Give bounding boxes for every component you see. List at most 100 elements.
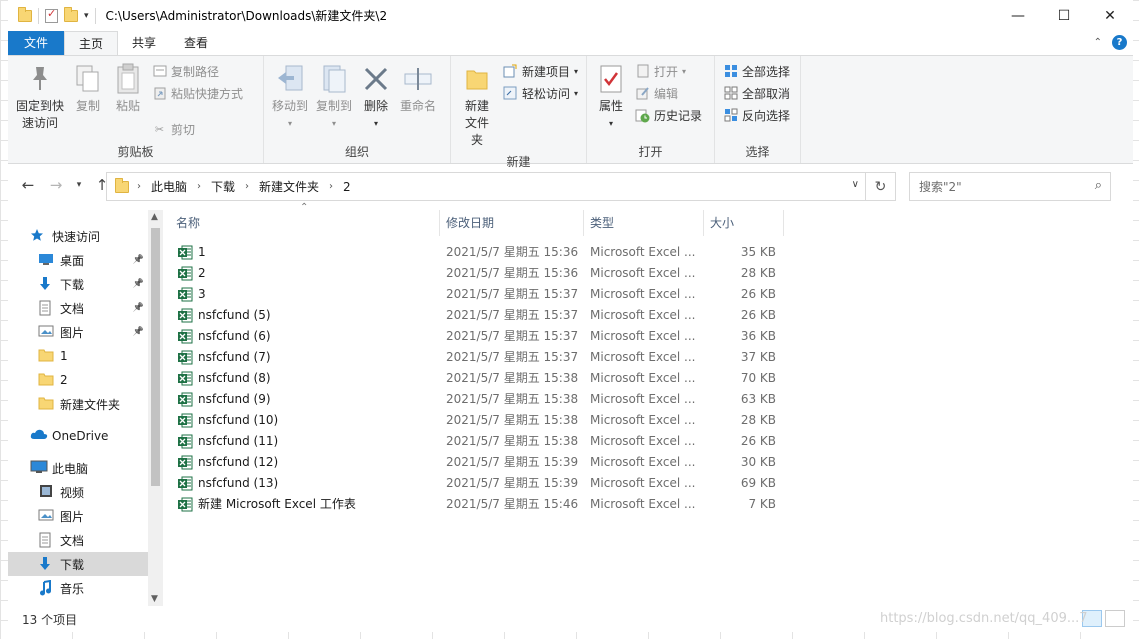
sidebar-item[interactable]: 图片: [8, 504, 148, 528]
search-input[interactable]: 搜索"2" ⌕: [909, 172, 1111, 201]
copy-button[interactable]: 复制: [68, 60, 108, 141]
file-name: nsfcfund (6): [198, 329, 271, 343]
sidebar-item[interactable]: 2: [8, 368, 148, 392]
cut-button[interactable]: ✂ 剪切: [152, 120, 243, 138]
scrollbar-thumb[interactable]: [151, 228, 160, 486]
properties-button[interactable]: 属性 ▾: [591, 60, 631, 141]
file-date: 2021/5/7 星期五 15:38: [446, 434, 579, 448]
copy-to-button[interactable]: 复制到 ▾: [312, 60, 356, 141]
nav-scrollbar[interactable]: ▲ ▼: [148, 210, 163, 606]
properties-qat-icon[interactable]: [45, 7, 58, 23]
forward-arrow-icon[interactable]: →: [46, 176, 66, 194]
refresh-button[interactable]: ↻: [866, 172, 896, 201]
large-icons-view-button[interactable]: [1105, 610, 1125, 627]
new-folder-qat-icon[interactable]: [64, 6, 78, 22]
sidebar-item[interactable]: 音乐: [8, 576, 148, 600]
minimize-button[interactable]: —: [995, 0, 1041, 31]
breadcrumb-2[interactable]: 2: [343, 180, 351, 194]
copy-path-button[interactable]: 复制路径: [152, 62, 243, 80]
file-row[interactable]: nsfcfund (5) 2021/5/7 星期五 15:37 Microsoft …: [170, 305, 790, 326]
file-row[interactable]: 1 2021/5/7 星期五 15:36 Microsoft Excel ... 35…: [170, 242, 790, 263]
file-date: 2021/5/7 星期五 15:37: [446, 329, 579, 343]
file-size: 28 KB: [740, 266, 776, 280]
new-item-icon: [503, 64, 518, 79]
sidebar-item[interactable]: 文档 📌: [8, 296, 148, 320]
organize-group-label: 组织: [344, 145, 369, 159]
sidebar-item[interactable]: 新建文件夹: [8, 392, 148, 416]
sidebar-item[interactable]: 文档: [8, 528, 148, 552]
paste-button[interactable]: 粘贴: [108, 60, 148, 141]
file-row[interactable]: nsfcfund (7) 2021/5/7 星期五 15:37 Microsoft …: [170, 347, 790, 368]
edit-button[interactable]: 编辑: [635, 84, 702, 102]
file-row[interactable]: nsfcfund (8) 2021/5/7 星期五 15:38 Microsoft …: [170, 368, 790, 389]
file-type: Microsoft Excel ...: [590, 329, 696, 343]
pin-to-quick-access-button[interactable]: 固定到快 速访问: [12, 60, 68, 141]
delete-button[interactable]: 删除 ▾: [356, 60, 396, 141]
sidebar-item[interactable]: 快速访问: [8, 224, 148, 248]
column-date-modified[interactable]: 修改日期: [440, 210, 584, 236]
file-row[interactable]: nsfcfund (9) 2021/5/7 星期五 15:38 Microsoft …: [170, 389, 790, 410]
file-row[interactable]: nsfcfund (10) 2021/5/7 星期五 15:38 Microsoft…: [170, 410, 790, 431]
excel-file-icon: [178, 287, 193, 302]
file-date: 2021/5/7 星期五 15:38: [446, 371, 579, 385]
qat-customize-chevron-icon[interactable]: ▾: [84, 11, 89, 21]
rename-button[interactable]: 重命名: [396, 60, 440, 141]
tab-view[interactable]: 查看: [170, 31, 222, 55]
tab-file[interactable]: 文件: [8, 31, 65, 55]
select-all-button[interactable]: 全部选择: [723, 62, 790, 80]
paste-shortcut-button[interactable]: 粘贴快捷方式: [152, 84, 243, 102]
file-row[interactable]: 新建 Microsoft Excel 工作表 2021/5/7 星期五 15:46…: [170, 494, 790, 515]
sidebar-item[interactable]: 桌面 📌: [8, 248, 148, 272]
sidebar-item[interactable]: 此电脑: [8, 456, 148, 480]
invert-selection-button[interactable]: 反向选择: [723, 106, 790, 124]
ribbon: 固定到快 速访问 复制 粘贴 复制路径 粘贴快捷方式 ✂ 剪切 剪贴板 移动到 …: [8, 55, 1133, 169]
file-size: 70 KB: [740, 371, 776, 385]
address-bar[interactable]: › 此电脑 › 下载 › 新建文件夹 › 2 ∨: [106, 172, 866, 201]
collapse-ribbon-chevron-icon[interactable]: ⌃: [1094, 37, 1102, 48]
scroll-down-icon[interactable]: ▼: [151, 594, 158, 604]
close-button[interactable]: ✕: [1087, 0, 1133, 31]
file-type: Microsoft Excel ...: [590, 371, 696, 385]
file-row[interactable]: 3 2021/5/7 星期五 15:37 Microsoft Excel ... 26…: [170, 284, 790, 305]
sidebar-item[interactable]: 下载 📌: [8, 272, 148, 296]
divider: [38, 7, 39, 24]
new-group: 新建 文件夹 新建项目 ▾ 轻松访问 ▾ 新建: [451, 56, 587, 169]
tab-share[interactable]: 共享: [118, 31, 170, 55]
sidebar-item[interactable]: 图片 📌: [8, 320, 148, 344]
sidebar-item[interactable]: 1: [8, 344, 148, 368]
maximize-button[interactable]: ☐: [1041, 0, 1087, 31]
history-button[interactable]: 历史记录: [635, 106, 702, 124]
help-icon[interactable]: ?: [1112, 35, 1127, 50]
back-arrow-icon[interactable]: ←: [18, 176, 38, 194]
file-row[interactable]: nsfcfund (6) 2021/5/7 星期五 15:37 Microsoft …: [170, 326, 790, 347]
sidebar-item-label: 新建文件夹: [60, 397, 121, 412]
excel-file-icon: [178, 413, 193, 428]
column-name[interactable]: 名称: [170, 210, 440, 236]
sidebar-item[interactable]: 下载: [8, 552, 148, 576]
computer-icon: [30, 460, 48, 477]
sidebar-item-label: 快速访问: [52, 229, 101, 244]
address-history-chevron-icon[interactable]: ∨: [852, 179, 859, 190]
music-icon: [38, 579, 52, 599]
column-size[interactable]: 大小: [704, 210, 784, 236]
new-item-button[interactable]: 新建项目 ▾: [503, 62, 578, 80]
file-row[interactable]: nsfcfund (11) 2021/5/7 星期五 15:38 Microsoft…: [170, 431, 790, 452]
breadcrumb-downloads[interactable]: 下载: [211, 178, 235, 195]
easy-access-button[interactable]: 轻松访问 ▾: [503, 84, 578, 102]
recent-locations-chevron-icon[interactable]: ▾: [74, 180, 84, 190]
column-type[interactable]: 类型: [584, 210, 704, 236]
new-folder-button[interactable]: 新建 文件夹: [455, 60, 499, 151]
file-row[interactable]: nsfcfund (13) 2021/5/7 星期五 15:39 Microsoft…: [170, 473, 790, 494]
open-button[interactable]: 打开 ▾: [635, 62, 702, 80]
sidebar-item[interactable]: 视频: [8, 480, 148, 504]
file-row[interactable]: 2 2021/5/7 星期五 15:36 Microsoft Excel ... 28…: [170, 263, 790, 284]
breadcrumb-this-pc[interactable]: 此电脑: [151, 178, 187, 195]
sidebar-item-label: 1: [60, 349, 68, 363]
sidebar-item[interactable]: OneDrive: [8, 424, 148, 448]
select-none-button[interactable]: 全部取消: [723, 84, 790, 102]
breadcrumb-new-folder[interactable]: 新建文件夹: [259, 178, 319, 195]
tab-home[interactable]: 主页: [64, 31, 119, 55]
file-row[interactable]: nsfcfund (12) 2021/5/7 星期五 15:39 Microsoft…: [170, 452, 790, 473]
move-to-button[interactable]: 移动到 ▾: [268, 60, 312, 141]
scroll-up-icon[interactable]: ▲: [151, 212, 158, 222]
